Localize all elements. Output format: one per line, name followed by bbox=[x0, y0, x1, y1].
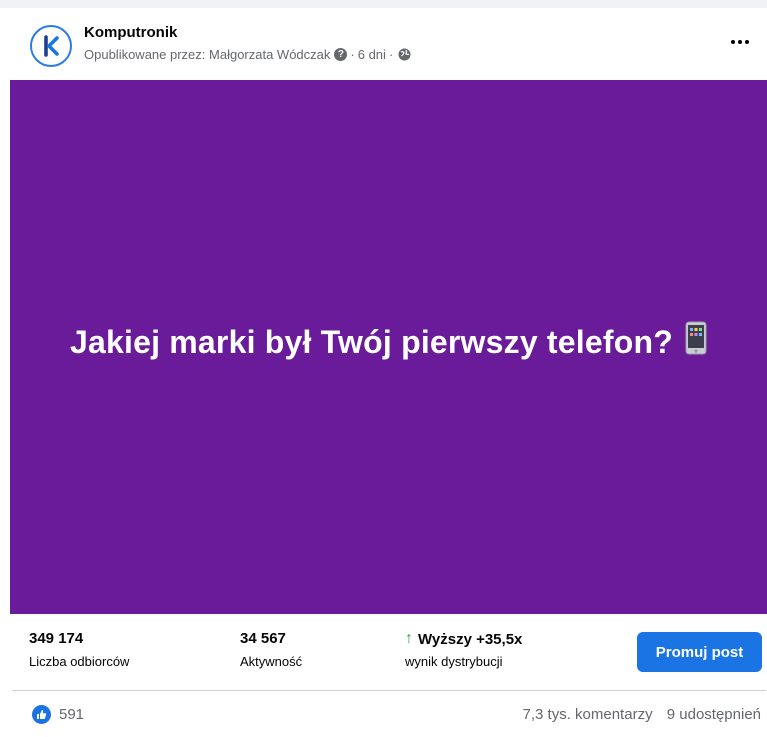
comments-count-link[interactable]: 7,3 tys. komentarzy bbox=[523, 706, 653, 723]
engagement-label: Aktywność bbox=[240, 654, 303, 669]
distribution-value: Wyższy +35,5x bbox=[418, 630, 523, 648]
meta-separator-2: · bbox=[388, 47, 394, 62]
post-image-text: Jakiej marki był Twój pierwszy telefon? bbox=[70, 323, 673, 360]
promote-post-button[interactable]: Promuj post bbox=[637, 632, 762, 672]
meta-separator: · bbox=[350, 47, 355, 62]
arrow-up-icon: ↑ bbox=[405, 630, 413, 647]
engagement-value: 34 567 bbox=[240, 630, 286, 647]
post-meta: Opublikowane przez: Małgorzata Wódczak ?… bbox=[84, 47, 411, 62]
feed-top-strip bbox=[0, 0, 767, 8]
globe-icon[interactable] bbox=[398, 48, 411, 61]
more-options-icon[interactable] bbox=[722, 30, 758, 54]
page-name-link[interactable]: Komputronik bbox=[84, 24, 177, 41]
distribution-score: ↑ Wyższy +35,5x bbox=[405, 630, 522, 648]
reach-value: 349 174 bbox=[29, 630, 84, 647]
post-card: Komputronik Opublikowane przez: Małgorza… bbox=[10, 8, 767, 737]
post-timestamp[interactable]: 6 dni bbox=[358, 47, 386, 62]
reach-label: Liczba odbiorców bbox=[29, 654, 130, 669]
published-by[interactable]: Opublikowane przez: Małgorzata Wódczak bbox=[84, 47, 330, 62]
komputronik-logo-icon[interactable] bbox=[30, 25, 72, 67]
divider bbox=[12, 690, 766, 691]
engagement-summary: 7,3 tys. komentarzy 9 udostępnień bbox=[523, 706, 761, 723]
distribution-label: wynik dystrybucji bbox=[405, 654, 503, 669]
question-icon[interactable]: ? bbox=[334, 48, 348, 61]
shares-count-link[interactable]: 9 udostępnień bbox=[667, 706, 761, 723]
like-icon[interactable] bbox=[32, 705, 51, 724]
k-logo-glyph bbox=[44, 35, 59, 57]
mobile-phone-icon bbox=[685, 321, 707, 363]
reaction-count[interactable]: 591 bbox=[59, 706, 84, 723]
post-image[interactable]: Jakiej marki był Twój pierwszy telefon? bbox=[10, 80, 767, 614]
post-image-text-wrap: Jakiej marki był Twój pierwszy telefon? bbox=[70, 321, 707, 363]
